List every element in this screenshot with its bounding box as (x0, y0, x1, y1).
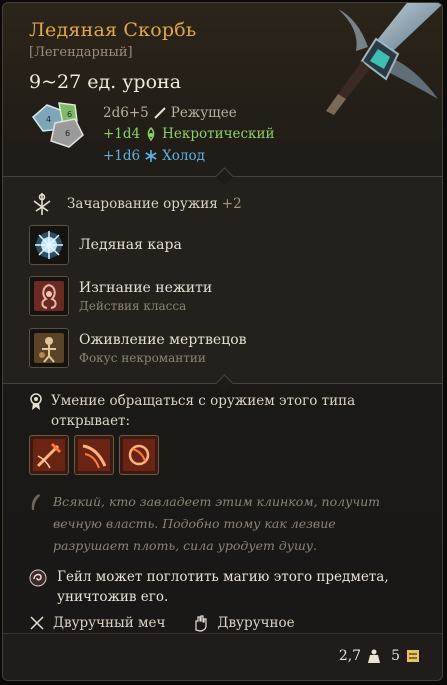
action-turn-undead[interactable]: Изгнание нежити Действия класса (29, 276, 212, 316)
enchantment-bonus: +2 (221, 196, 242, 212)
cold-icon (145, 150, 157, 162)
item-tags: Двуручный меч Двуручное (29, 614, 295, 632)
slashing-icon (154, 107, 166, 119)
damage-dice: 2d6+5 (103, 105, 149, 121)
damage-type: Холод (162, 148, 205, 164)
turn-undead-icon (34, 281, 64, 311)
damage-line-slashing: 2d6+5 Режущее (103, 105, 237, 121)
proficiency-action-tile[interactable] (74, 435, 114, 475)
action-title: Изгнание нежити (79, 279, 213, 296)
svg-text:6: 6 (67, 110, 72, 119)
enchantment-row: Зачарование оружия +2 (29, 191, 242, 217)
action-icon-frame (29, 225, 69, 265)
crossed-swords-icon (30, 616, 44, 630)
weight-value: 2,7 (338, 648, 362, 664)
lore-row: Всякий, кто завладеет этим клинком, полу… (29, 491, 415, 557)
proficiency-action-tile[interactable] (29, 435, 69, 475)
action-subtitle: Фокус некромантии (79, 350, 206, 365)
proficiency-icon (30, 393, 42, 410)
item-name: Ледяная Скорбь (29, 19, 197, 41)
gold-value: 5 (391, 648, 400, 664)
item-footer: 2,7 5 (3, 633, 442, 680)
damage-line-cold: +1d6 Холод (103, 148, 205, 164)
dice-icon: 4 6 6 (31, 102, 84, 148)
item-tooltip: Ледяная Скорбь [Легендарный] 9~27 ед. ур… (2, 2, 443, 681)
damage-line-necrotic: +1d4 Некротический (103, 126, 275, 142)
action-icon-frame (29, 328, 69, 368)
action-title: Оживление мертвецов (79, 331, 247, 348)
damage-type: Режущее (170, 105, 237, 121)
handedness: Двуручное (217, 615, 295, 631)
quill-icon (31, 494, 40, 510)
proficiency-text: Умение обращаться с оружием этого типа о… (51, 393, 356, 429)
lacerate-icon (78, 439, 110, 471)
svg-text:6: 6 (65, 129, 70, 138)
sword-artwork (326, 3, 442, 115)
svg-text:4: 4 (46, 115, 51, 124)
gold-icon (407, 650, 419, 662)
animate-dead-icon (34, 333, 64, 363)
two-handed-icon (195, 615, 208, 632)
action-title: Ледяная кара (79, 237, 182, 253)
proficiency-row: Умение обращаться с оружием этого типа о… (29, 391, 381, 431)
action-icon-frame (29, 276, 69, 316)
gale-note-text: Гейл может поглотить магию этого предмет… (57, 569, 389, 605)
proficiency-action-tile[interactable] (119, 435, 159, 475)
action-ice-smite[interactable]: Ледяная кара (29, 225, 182, 265)
enchantment-label: Зачарование оружия (67, 196, 218, 212)
cleave-icon (33, 439, 65, 471)
pommel-strike-icon (123, 439, 155, 471)
proficiency-actions (29, 435, 159, 475)
gale-note-row: Гейл может поглотить магию этого предмет… (29, 567, 397, 607)
lore-text: Всякий, кто завладеет этим клинком, полу… (53, 494, 381, 553)
enchantment-icon (33, 193, 51, 215)
weapon-type: Двуручный меч (53, 615, 166, 631)
action-subtitle: Действия класса (79, 298, 187, 313)
gale-arcane-icon (29, 569, 47, 587)
damage-range: 9~27 ед. урона (29, 71, 182, 93)
action-animate-dead[interactable]: Оживление мертвецов Фокус некромантии (29, 328, 247, 368)
damage-dice: +1d6 (103, 148, 141, 164)
damage-dice: +1d4 (103, 126, 141, 142)
item-rarity: [Легендарный] (29, 45, 133, 60)
necrotic-icon (147, 127, 155, 141)
weight-value-row: 2,7 5 (339, 648, 420, 664)
damage-type: Некротический (162, 126, 275, 142)
weight-icon (368, 649, 381, 663)
frost-smite-icon (35, 231, 63, 259)
